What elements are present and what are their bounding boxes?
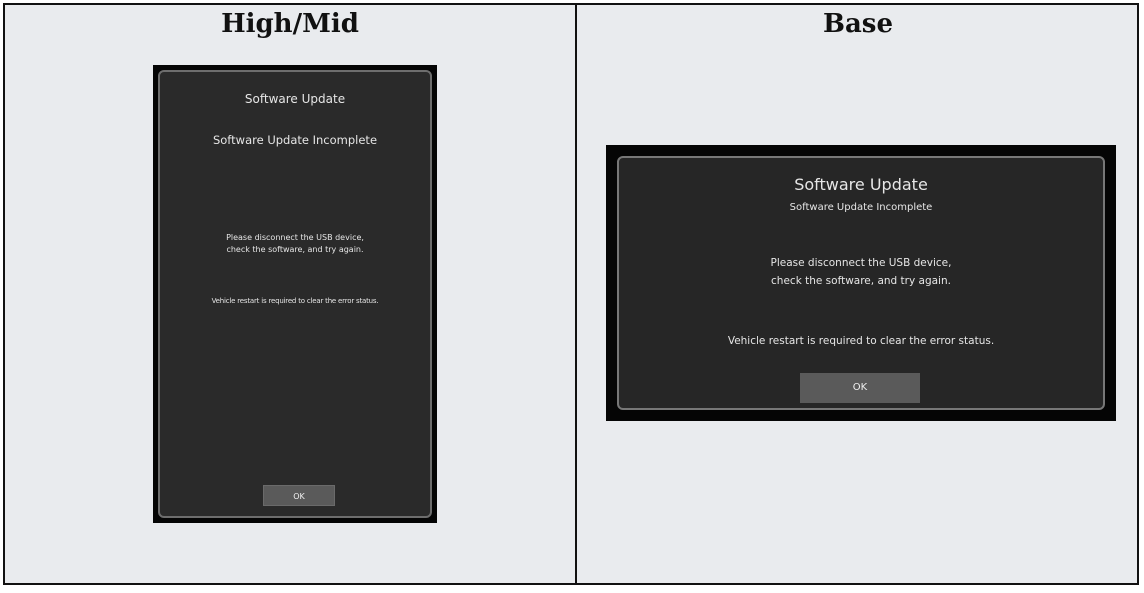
dialog-restart-note: Vehicle restart is required to clear the…	[727, 335, 995, 347]
ok-button[interactable]: OK	[800, 373, 920, 403]
dialog-title: Software Update	[244, 92, 346, 106]
dialog-message-line-2: check the software, and try again.	[226, 245, 364, 254]
ok-button[interactable]: OK	[263, 485, 335, 506]
dialog-message: Please disconnect the USB device, check …	[160, 232, 430, 256]
column-title-base: Base	[822, 9, 893, 39]
dialog-title: Software Update	[794, 175, 928, 194]
dialog-message-line-1: Please disconnect the USB device,	[770, 257, 952, 269]
comparison-frame: High/Mid Base Software Update Software U…	[3, 3, 1139, 585]
dialog-status: Software Update Incomplete	[789, 202, 933, 213]
dialog-message-line-2: check the software, and try again.	[771, 275, 951, 287]
base-dialog: Software Update Software Update Incomple…	[617, 156, 1105, 410]
dialog-message-line-1: Please disconnect the USB device,	[226, 233, 364, 242]
high-mid-screen: Software Update Software Update Incomple…	[153, 65, 437, 523]
high-mid-dialog: Software Update Software Update Incomple…	[158, 70, 432, 518]
dialog-message: Please disconnect the USB device, check …	[619, 254, 1103, 290]
column-divider	[575, 5, 577, 583]
column-title-high-mid: High/Mid	[221, 9, 359, 39]
base-screen: Software Update Software Update Incomple…	[606, 145, 1116, 421]
dialog-status: Software Update Incomplete	[212, 133, 378, 147]
dialog-restart-note: Vehicle restart is required to clear the…	[211, 297, 379, 305]
